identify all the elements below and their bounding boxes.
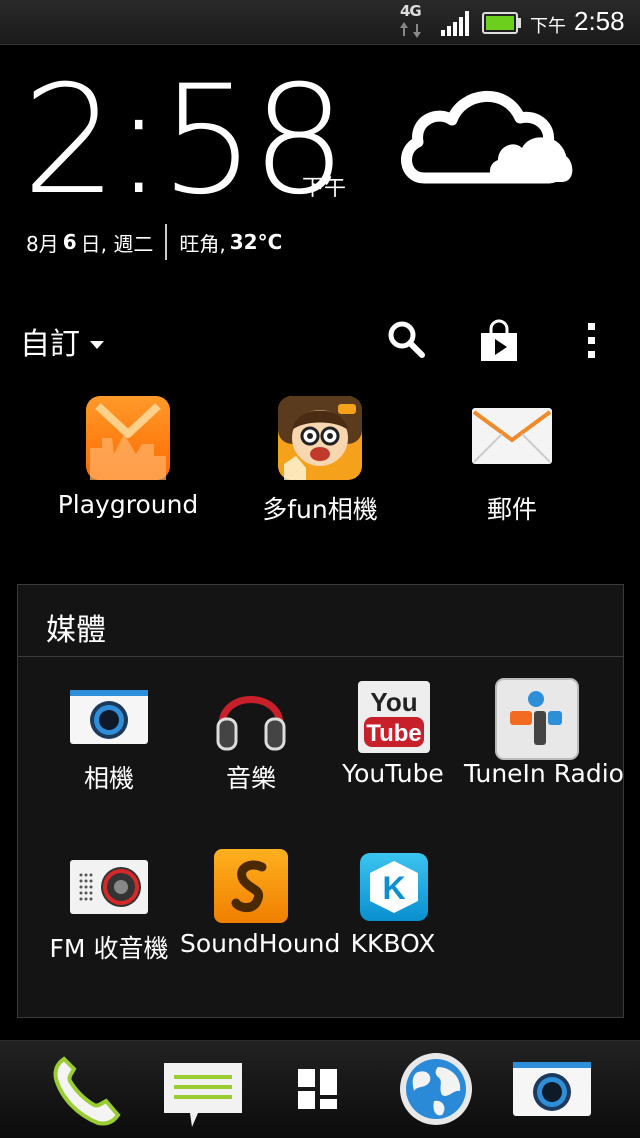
app-tunein-radio[interactable]: TuneIn Radio [464, 677, 624, 797]
app-label: 相機 [83, 764, 134, 793]
divider [165, 224, 168, 260]
weather-location: 旺角, [179, 231, 226, 256]
svg-text:K: K [382, 870, 405, 906]
youtube-icon: You Tube [356, 679, 432, 755]
camera-icon[interactable] [512, 1061, 592, 1117]
svg-text:You: You [370, 687, 417, 717]
search-icon[interactable] [386, 319, 426, 359]
app-label: Playground [57, 490, 199, 519]
app-label: YouTube [342, 759, 444, 788]
status-bar[interactable]: 4G 下午 2:58 [0, 0, 640, 45]
messages-icon[interactable] [162, 1061, 244, 1131]
browser-icon[interactable] [398, 1051, 474, 1127]
play-store-icon[interactable] [478, 319, 520, 363]
app-camera[interactable]: 相機 [38, 677, 180, 797]
folder-title[interactable]: 媒體 [46, 605, 106, 649]
signal-icon [440, 10, 472, 36]
app-label: 音樂 [225, 764, 276, 793]
app-fun-camera[interactable]: 多fun相機 [232, 392, 408, 532]
fun-camera-icon [276, 394, 364, 482]
mail-icon [470, 406, 554, 466]
app-label: KKBOX [350, 929, 436, 958]
date-suffix: 日, 週二 [80, 231, 154, 256]
app-label: 郵件 [486, 495, 537, 524]
phone-icon[interactable] [50, 1055, 124, 1127]
playground-icon [84, 394, 172, 482]
app-mail[interactable]: 郵件 [424, 392, 600, 532]
app-label: SoundHound [180, 929, 341, 958]
fm-radio-icon [69, 859, 149, 915]
home-toolbar: 自訂 [0, 305, 640, 369]
dock [0, 1040, 640, 1138]
app-label: FM 收音機 [49, 934, 169, 963]
divider [18, 656, 623, 657]
chevron-down-icon[interactable] [90, 341, 104, 349]
weather-temperature: 32°C [229, 230, 283, 254]
app-fm-radio[interactable]: FM 收音機 [38, 847, 180, 967]
clock-time[interactable]: 2:58 [22, 66, 347, 216]
status-ampm: 下午 [530, 16, 566, 37]
app-youtube[interactable]: You Tube YouTube [322, 677, 464, 797]
app-music[interactable]: 音樂 [180, 677, 322, 797]
app-soundhound[interactable]: SoundHound [180, 847, 341, 967]
date-day: 6 [62, 230, 77, 254]
clock-ampm: 下午 [302, 176, 347, 201]
network-4g-icon: 4G [398, 2, 424, 42]
more-vert-icon[interactable] [582, 319, 602, 363]
app-label: 多fun相機 [262, 495, 378, 524]
kkbox-icon: K [358, 851, 430, 923]
app-kkbox[interactable]: K KKBOX [322, 847, 464, 967]
app-label: TuneIn Radio [464, 759, 624, 788]
all-apps-icon[interactable] [294, 1067, 342, 1111]
app-playground[interactable]: Playground [40, 392, 216, 532]
cloudy-icon[interactable] [396, 84, 580, 194]
status-time: 2:58 [574, 6, 625, 36]
headphones-icon [214, 681, 288, 753]
date-weather-line: 8月 6 日, 週二 旺角, 32°C [26, 224, 282, 260]
soundhound-icon [212, 847, 290, 925]
custom-view-dropdown[interactable]: 自訂 [20, 319, 80, 363]
media-folder: 媒體 相機 音樂 You Tube YouTube TuneIn Radio F… [17, 584, 624, 1018]
battery-icon [482, 12, 522, 34]
tunein-icon [494, 677, 580, 761]
date-prefix: 8月 [26, 231, 59, 256]
camera-icon [69, 689, 149, 745]
svg-text:Tube: Tube [366, 720, 422, 747]
